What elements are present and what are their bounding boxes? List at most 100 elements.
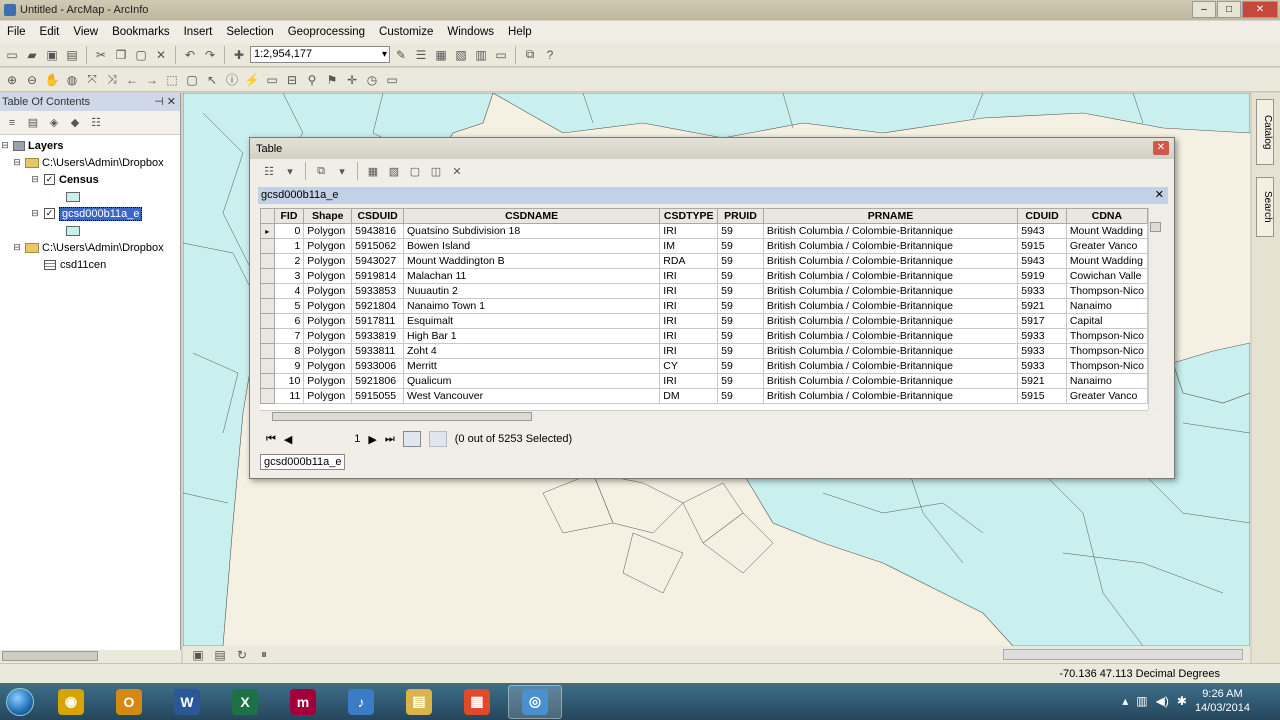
cell-csduid[interactable]: 5933006 (351, 358, 404, 374)
cell-prname[interactable]: British Columbia / Colombie-Britannique (762, 328, 1019, 344)
clear-selection-icon[interactable]: ▢ (183, 71, 201, 89)
catalog-tab[interactable]: Catalog (1256, 99, 1274, 165)
cell-cdna[interactable]: Capital (1065, 313, 1148, 329)
current-record-field[interactable]: 1 (300, 433, 360, 445)
column-header-pruid[interactable]: PRUID (717, 208, 764, 224)
cell-shape[interactable]: Polygon (303, 358, 353, 374)
taskbar-outlook[interactable]: O (102, 685, 156, 719)
catalog-window-icon[interactable]: ▦ (432, 46, 450, 64)
last-record-button[interactable]: ⏭ (385, 433, 395, 446)
app-tray-icon[interactable]: ✱ (1177, 694, 1187, 708)
collapse-icon[interactable]: ⊟ (12, 157, 22, 168)
cell-shape[interactable]: Polygon (303, 388, 353, 404)
arctoolbox-icon[interactable]: ▥ (472, 46, 490, 64)
cell-csdtype[interactable]: IRI (659, 373, 719, 389)
cell-cduid[interactable]: 5917 (1017, 313, 1067, 329)
cut-icon[interactable]: ✂ (92, 46, 110, 64)
cell-fid[interactable]: 4 (273, 283, 305, 299)
collapse-icon[interactable]: ⊟ (12, 242, 22, 253)
print-icon[interactable]: ▤ (63, 46, 81, 64)
column-header-cdna[interactable]: CDNA (1065, 208, 1148, 224)
redo-icon[interactable]: ↷ (201, 46, 219, 64)
table-vertical-scrollbar[interactable] (1148, 208, 1162, 410)
cell-pruid[interactable]: 59 (717, 313, 764, 329)
cell-shape[interactable]: Polygon (303, 268, 353, 284)
cell-cdna[interactable]: Thompson-Nico (1065, 358, 1148, 374)
cell-csdname[interactable]: Malachan 11 (402, 268, 661, 284)
maximize-button[interactable]: □ (1217, 1, 1241, 18)
cell-cdna[interactable]: Thompson-Nico (1065, 283, 1148, 299)
cell-csduid[interactable]: 5921804 (351, 298, 404, 314)
first-record-button[interactable]: ⏮ (266, 433, 276, 446)
create-viewer-icon[interactable]: ▭ (383, 71, 401, 89)
cell-fid[interactable]: 5 (273, 298, 305, 314)
layer-visibility-checkbox[interactable]: ✓ (44, 174, 55, 185)
fixed-zoom-in-icon[interactable]: ⤧ (83, 71, 101, 89)
cell-pruid[interactable]: 59 (717, 328, 764, 344)
menu-insert[interactable]: Insert (177, 26, 220, 38)
select-by-attributes-icon[interactable]: ▦ (364, 162, 382, 180)
cell-csdname[interactable]: Nuuautin 2 (402, 283, 661, 299)
cell-csduid[interactable]: 5933853 (351, 283, 404, 299)
start-button[interactable] (0, 683, 40, 720)
toc-pin-close[interactable]: ⊣ ✕ (154, 95, 176, 108)
column-header-shape[interactable]: Shape (303, 208, 353, 224)
data-view-icon[interactable]: ▣ (189, 646, 207, 664)
search-window-icon[interactable]: ▧ (452, 46, 470, 64)
delete-icon[interactable]: ✕ (152, 46, 170, 64)
table-row[interactable]: 8 Polygon 5933811 Zoht 4 IRI 59 British Columb… (260, 343, 1148, 359)
cell-csduid[interactable]: 5921806 (351, 373, 404, 389)
column-header-prname[interactable]: PRNAME (762, 208, 1019, 224)
search-tab[interactable]: Search (1256, 177, 1274, 237)
symbol-swatch[interactable] (66, 225, 80, 236)
cell-csdname[interactable]: Qualicum (402, 373, 661, 389)
cell-cdna[interactable]: Mount Wadding (1065, 223, 1148, 239)
table-of-contents-icon[interactable]: ☰ (412, 46, 430, 64)
cell-csduid[interactable]: 5943027 (351, 253, 404, 269)
cell-fid[interactable]: 2 (273, 253, 305, 269)
identify-icon[interactable]: ⓘ (223, 71, 241, 89)
table-row[interactable]: 7 Polygon 5933819 High Bar 1 IRI 59 British Co… (260, 328, 1148, 344)
taskbar-arcmap[interactable]: ◎ (508, 684, 562, 719)
table-options-icon[interactable]: ☷ (260, 162, 278, 180)
cell-csdtype[interactable]: RDA (659, 253, 719, 269)
cell-csdtype[interactable]: IRI (659, 268, 719, 284)
cell-csdtype[interactable]: IRI (659, 298, 719, 314)
tree-folder-2[interactable]: ⊟ C:\Users\Admin\Dropbox (0, 239, 180, 256)
symbol-swatch[interactable] (66, 191, 80, 202)
taskbar-chrome[interactable]: ◉ (44, 685, 98, 719)
cell-csdname[interactable]: Nanaimo Town 1 (402, 298, 661, 314)
column-header-csdname[interactable]: CSDNAME (402, 208, 661, 224)
collapse-icon[interactable]: ⊟ (0, 140, 10, 151)
collapse-icon[interactable]: ⊟ (30, 208, 40, 219)
row-selector[interactable] (260, 343, 275, 359)
cell-cdna[interactable]: Nanaimo (1065, 373, 1148, 389)
cell-csdname[interactable]: Mount Waddington B (402, 253, 661, 269)
taskbar-excel[interactable]: X (218, 685, 272, 719)
cell-prname[interactable]: British Columbia / Colombie-Britannique (762, 223, 1019, 239)
cell-csdname[interactable]: West Vancouver (402, 388, 661, 404)
cell-cdna[interactable]: Thompson-Nico (1065, 343, 1148, 359)
layer-name-selected[interactable]: gcsd000b11a_e (59, 206, 143, 221)
table-close-button[interactable]: ✕ (1153, 141, 1169, 155)
cell-shape[interactable]: Polygon (303, 343, 353, 359)
row-selector[interactable] (260, 373, 275, 389)
cell-csdname[interactable]: High Bar 1 (402, 328, 661, 344)
cell-cduid[interactable]: 5943 (1017, 223, 1067, 239)
previous-record-button[interactable]: ◀ (284, 433, 292, 446)
menu-customize[interactable]: Customize (372, 26, 440, 38)
taskbar-word[interactable]: W (160, 685, 214, 719)
full-extent-icon[interactable]: ◍ (63, 71, 81, 89)
menu-edit[interactable]: Edit (33, 26, 67, 38)
cell-pruid[interactable]: 59 (717, 253, 764, 269)
column-header-cduid[interactable]: CDUID (1017, 208, 1067, 224)
column-header-csduid[interactable]: CSDUID (351, 208, 404, 224)
row-selector[interactable] (260, 253, 275, 269)
cell-shape[interactable]: Polygon (303, 253, 353, 269)
cell-prname[interactable]: British Columbia / Colombie-Britannique (762, 313, 1019, 329)
table-row[interactable]: 6 Polygon 5917811 Esquimalt IRI 59 British Col… (260, 313, 1148, 329)
cell-csdtype[interactable]: IRI (659, 343, 719, 359)
fixed-zoom-out-icon[interactable]: ⤨ (103, 71, 121, 89)
attribute-table[interactable]: FID Shape CSDUID CSDNAME CSDTYPE PRUID PRNAME C… (260, 208, 1148, 410)
cell-cduid[interactable]: 5921 (1017, 298, 1067, 314)
